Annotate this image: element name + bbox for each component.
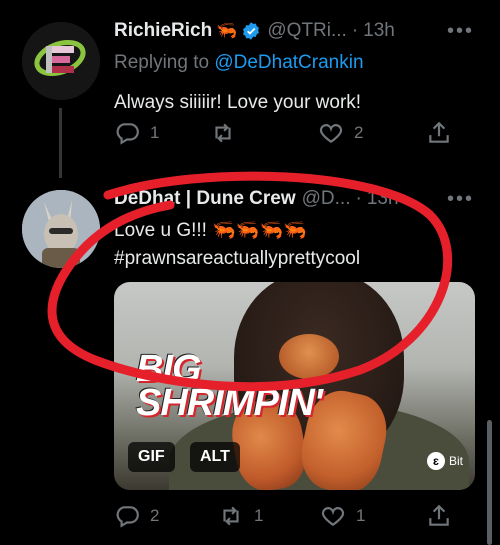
retweet-button[interactable]: 1 [218,503,263,529]
replying-to-handle[interactable]: @DeDhatCrankin [214,52,363,73]
hashtag-link[interactable]: #prawnsareactuallyprettycool [114,246,360,271]
handle[interactable]: @D... [302,188,351,210]
replying-to-label: Replying to [114,52,210,73]
more-icon[interactable]: ••• [447,20,474,43]
reply-icon [116,123,139,145]
retweet-button[interactable] [210,120,246,146]
alt-badge[interactable]: ALT [190,442,240,472]
share-button[interactable] [426,120,452,146]
tweet-actions: 1 2 [114,120,460,150]
like-button[interactable]: 1 [320,503,365,529]
tweet-dedhat[interactable]: DeDhat | Dune Crew @D... · 13h ••• Love … [0,178,500,545]
tweet-richierich[interactable]: RichieRich 🦐 @QTRi... · 13h ••• Replying… [0,0,500,178]
gif-source: ɛ Bit [426,452,463,470]
gif-media[interactable]: BIG SHRIMPIN' GIF ALT ɛ Bit [114,282,475,490]
reply-icon [116,506,139,528]
tweet-actions: 2 1 1 [114,503,460,533]
reply-button[interactable]: 1 [114,120,159,146]
bit-logo-icon: ɛ [426,452,445,470]
separator: · [355,188,362,209]
reply-count: 1 [150,123,160,142]
avatar-richierich[interactable] [22,22,100,100]
tweet-header: RichieRich 🦐 @QTRi... · 13h [114,20,395,42]
display-name[interactable]: RichieRich [114,20,212,42]
reply-button[interactable]: 2 [114,503,159,529]
name-emoji: 🦐 [216,21,238,40]
tweet-header: DeDhat | Dune Crew @D... · 13h [114,188,399,210]
display-name[interactable]: DeDhat | Dune Crew [114,188,296,210]
replying-to: Replying to @DeDhatCrankin [114,52,364,74]
avatar-dedhat[interactable] [22,190,100,268]
verified-badge-icon [241,21,261,41]
share-icon [429,504,449,526]
reply-count: 2 [150,506,160,525]
gif-source-label: Bit [448,454,463,468]
heart-icon [321,507,345,526]
wolf-avatar-icon [22,190,100,268]
heart-icon [319,124,343,143]
share-icon [429,121,449,143]
gif-caption-line1: BIG [136,348,202,390]
separator: · [351,20,359,41]
retweet-count: 1 [254,506,264,525]
retweet-icon [215,123,231,143]
retweet-icon [223,506,239,526]
gif-caption: BIG SHRIMPIN' [136,348,323,424]
timestamp[interactable]: 13h [363,20,395,42]
gif-badge[interactable]: GIF [128,442,175,472]
more-icon[interactable]: ••• [447,188,474,211]
share-button[interactable] [426,503,452,529]
scrollbar[interactable] [487,420,492,545]
logo-icon [22,22,100,100]
timestamp[interactable]: 13h [367,188,399,210]
like-button[interactable]: 2 [318,120,363,146]
handle[interactable]: @QTRi... [267,20,346,42]
like-count: 1 [356,506,366,525]
thread-line [59,108,62,178]
tweet-text: Love u G!!! 🦐🦐🦐🦐 [114,220,307,241]
gif-caption-line2: SHRIMPIN' [136,382,323,424]
like-count: 2 [354,123,364,142]
tweet-text: Always siiiiir! Love your work! [114,92,362,113]
